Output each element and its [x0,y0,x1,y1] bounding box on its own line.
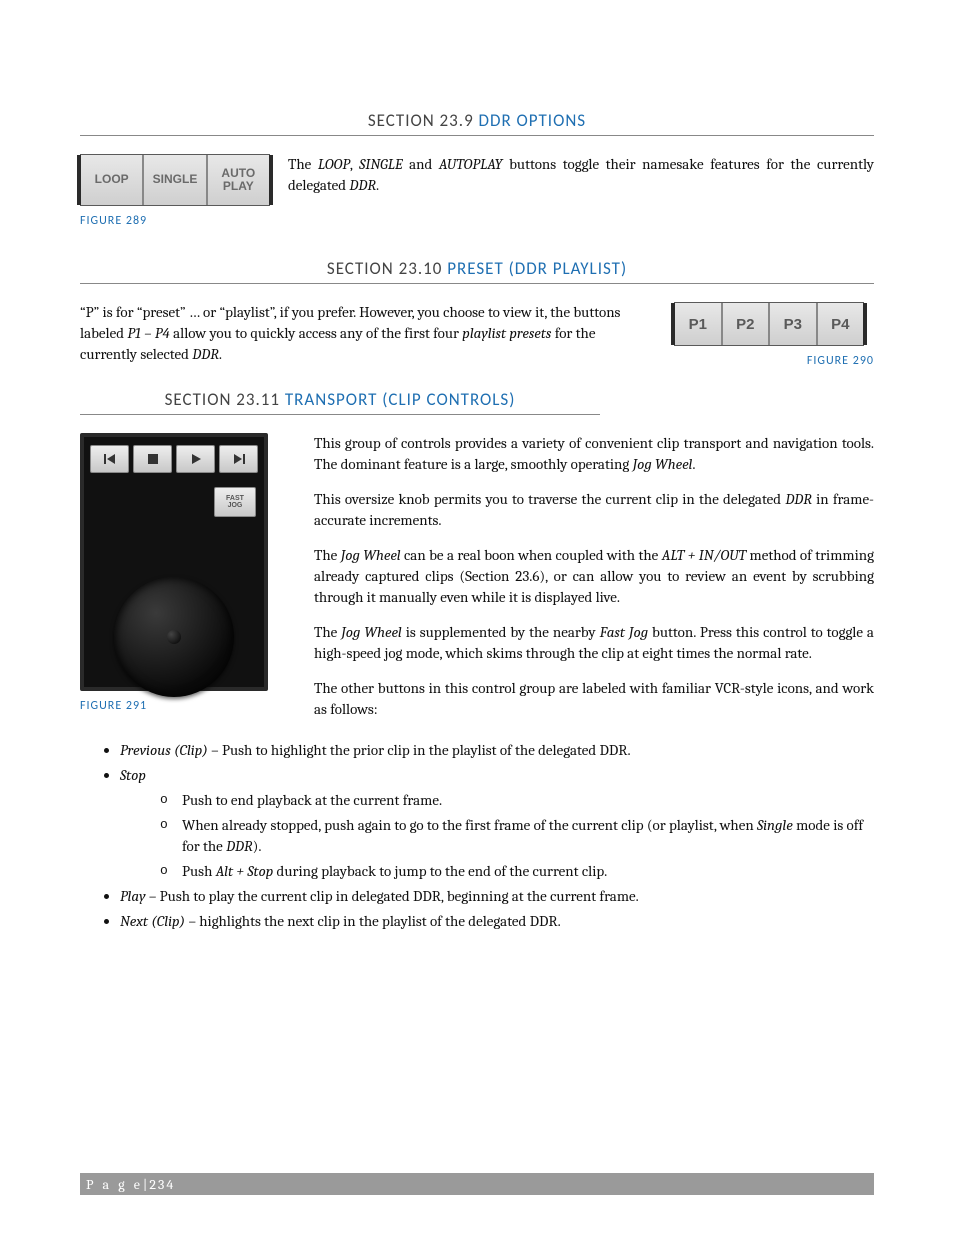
s11-p5: The other buttons in this control group … [314,678,874,720]
section-23-9-paragraph: The LOOP, SINGLE and AUTOPLAY buttons to… [288,154,874,196]
stop-button[interactable] [133,445,172,473]
figure-291-caption: FIGURE 291 [80,699,290,713]
stop-icon [147,453,159,465]
list-item: When already stopped, push again to go t… [160,815,874,857]
preset-p4-button[interactable]: P4 [818,303,864,345]
skip-forward-icon [233,453,245,465]
page-footer: P a g e | 234 [80,1173,874,1195]
single-button[interactable]: SINGLE [144,155,207,205]
s11-p2: This oversize knob permits you to traver… [314,489,874,531]
figure-290-caption: FIGURE 290 [674,354,874,368]
ddr-options-button-bar: LOOP SINGLE AUTO PLAY [80,154,270,206]
skip-back-icon [104,453,116,465]
s11-p1: This group of controls provides a variet… [314,433,874,475]
fast-jog-button[interactable]: FAST JOG [214,487,256,517]
section-23-9-heading: SECTION 23.9 DDR OPTIONS [80,110,874,136]
loop-button[interactable]: LOOP [81,155,144,205]
preset-button-bar: P1 P2 P3 P4 [674,302,864,346]
list-item: Play – Push to play the current clip in … [120,886,874,907]
preset-p3-button[interactable]: P3 [770,303,818,345]
list-item: Next (Clip) – highlights the next clip i… [120,911,874,932]
section-23-10-heading: SECTION 23.10 PRESET (DDR PLAYLIST) [80,258,874,284]
s11-p4: The Jog Wheel is supplemented by the nea… [314,622,874,664]
list-item: Previous (Clip) – Push to highlight the … [120,740,874,761]
transport-panel: FAST JOG [80,433,268,691]
transport-bullet-list: Previous (Clip) – Push to highlight the … [120,740,874,932]
section-23-10-paragraph: “P” is for “preset” … or “playlist”, if … [80,302,654,365]
play-button[interactable] [176,445,215,473]
figure-289-caption: FIGURE 289 [80,214,270,228]
section-23-11-heading: SECTION 23.11 TRANSPORT (CLIP CONTROLS) [80,389,600,415]
list-item: Push Alt + Stop during playback to jump … [160,861,874,882]
autoplay-button[interactable]: AUTO PLAY [208,155,269,205]
s11-p3: The Jog Wheel can be a real boon when co… [314,545,874,608]
jog-wheel[interactable] [114,577,234,697]
list-item: Stop Push to end playback at the current… [120,765,874,882]
preset-p2-button[interactable]: P2 [723,303,771,345]
preset-p1-button[interactable]: P1 [675,303,723,345]
play-icon [190,453,202,465]
previous-clip-button[interactable] [90,445,129,473]
next-clip-button[interactable] [219,445,258,473]
list-item: Push to end playback at the current fram… [160,790,874,811]
